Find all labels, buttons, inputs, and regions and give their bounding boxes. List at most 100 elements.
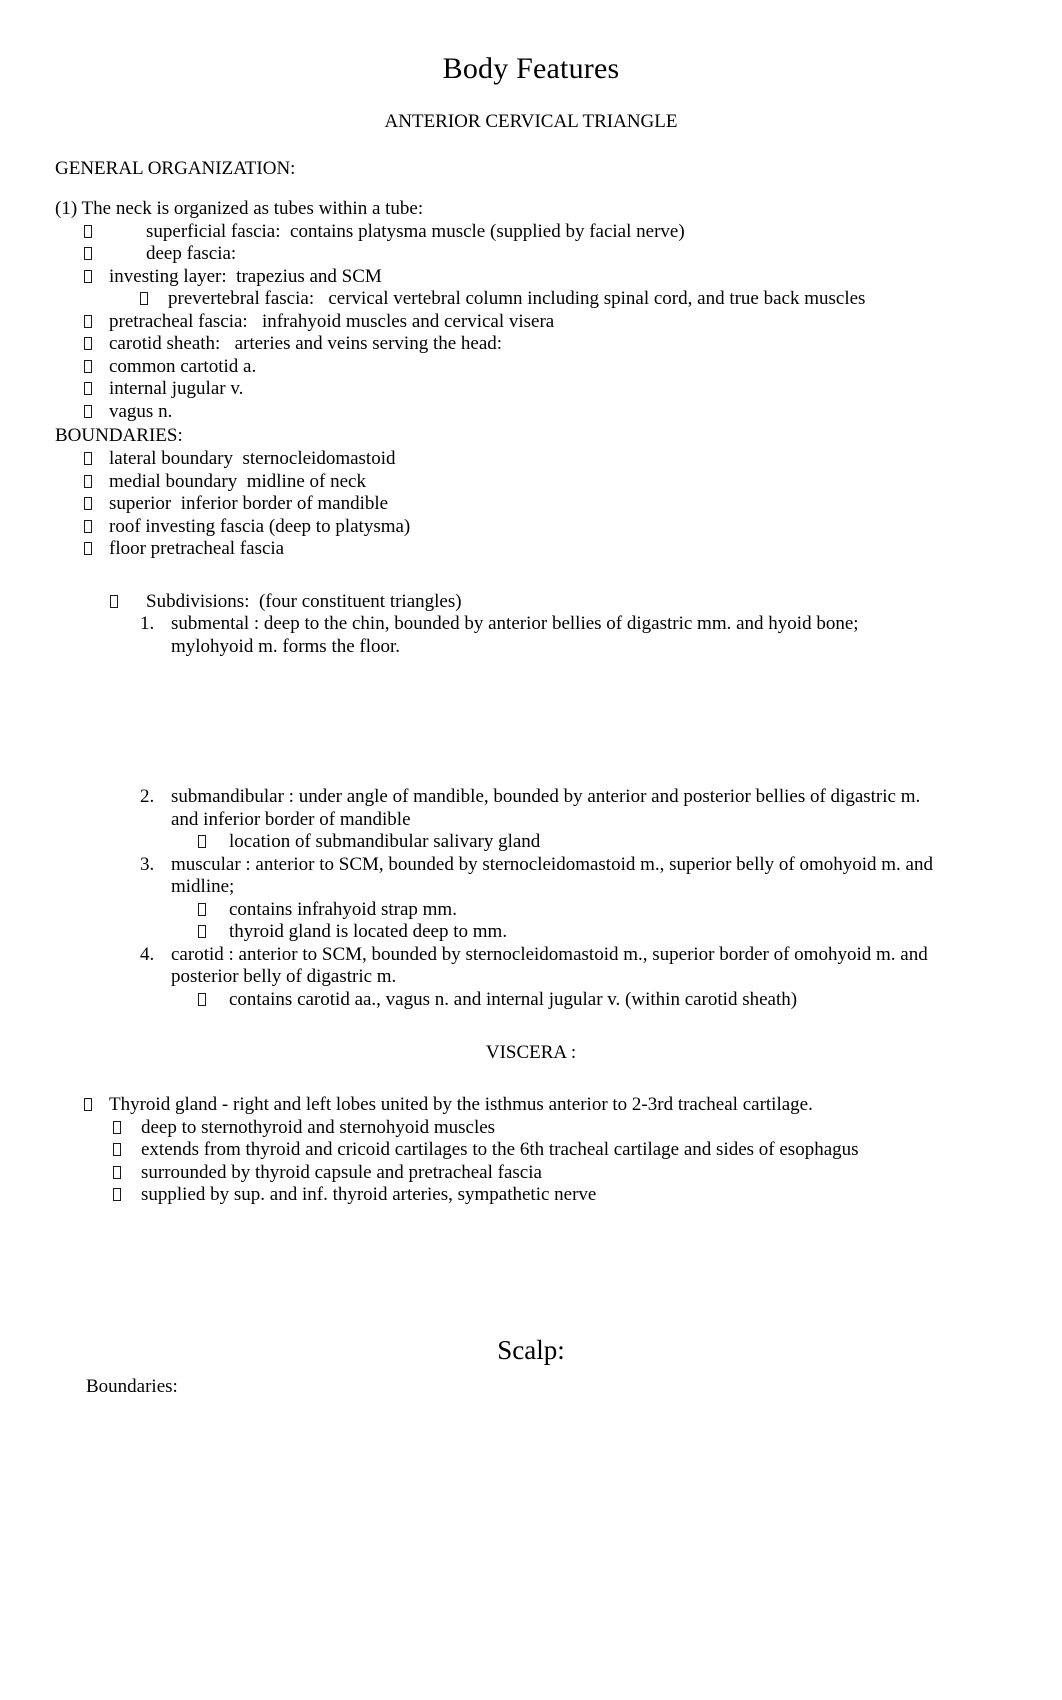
bullet-icon — [84, 378, 109, 401]
bullet-icon — [84, 516, 109, 539]
heading-general-organization: GENERAL ORGANIZATION: — [55, 158, 296, 179]
list-item: medial boundary midline of neck — [0, 471, 1062, 494]
sub-list-item: contains infrahyoid strap mm. — [0, 899, 1062, 922]
list-item-label: prevertebral fascia: cervical vertebral … — [168, 288, 866, 309]
bullet-icon — [198, 899, 229, 922]
bullet-icon — [84, 243, 146, 266]
list-number: 4. — [140, 943, 155, 965]
list-item: superior inferior border of mandible — [0, 493, 1062, 516]
document-page: Body Features ANTERIOR CERVICAL TRIANGLE… — [0, 0, 1062, 1700]
sub-list-item: location of submandibular salivary gland — [0, 831, 1062, 854]
bullet-icon — [84, 401, 109, 424]
numbered-list-item: 3. muscular : anterior to SCM, bounded b… — [0, 854, 1062, 899]
list-item: investing layer: trapezius and SCM — [0, 266, 1062, 289]
list-item-label: investing layer: trapezius and SCM — [109, 265, 382, 287]
numbered-item-label: muscular : anterior to SCM, bounded by s… — [171, 853, 933, 898]
list-item-label: Thyroid gland - right and left lobes uni… — [109, 1094, 813, 1115]
bullet-icon — [84, 333, 109, 356]
sub-list-item: thyroid gland is located deep to mm. — [0, 921, 1062, 944]
list-item-label: pretracheal fascia: infrahyoid muscles a… — [109, 310, 555, 332]
numbered-list-item: 2. submandibular : under angle of mandib… — [0, 786, 1062, 831]
bullet-icon — [84, 266, 109, 289]
list-item: prevertebral fascia: cervical vertebral … — [0, 288, 1062, 311]
bullet-icon — [84, 221, 146, 244]
list-item: internal jugular v. — [0, 378, 1062, 401]
list-item-label: lateral boundary sternocleidomastoid — [109, 448, 396, 469]
list-item: Thyroid gland - right and left lobes uni… — [0, 1094, 1062, 1117]
sub-list-item-label: contains infrahyoid strap mm. — [229, 898, 457, 920]
bullet-icon — [198, 989, 229, 1012]
heading-viscera: VISCERA : — [485, 1042, 577, 1063]
bullet-icon — [84, 448, 109, 471]
bullet-icon — [198, 831, 229, 854]
sub-list-item-label: supplied by sup. and inf. thyroid arteri… — [141, 1184, 597, 1205]
list-item-label: floor pretracheal fascia — [109, 538, 285, 559]
bullet-icon — [84, 493, 109, 516]
list-item-label: common cartotid a. — [109, 355, 257, 377]
numbered-list-item: 4. carotid : anterior to SCM, bounded by… — [0, 944, 1062, 989]
numbered-item-label: submandibular : under angle of mandible,… — [171, 786, 921, 830]
list-number: 2. — [140, 786, 155, 807]
bullet-icon — [84, 538, 109, 561]
list-item: deep fascia: — [0, 243, 1062, 266]
sub-list-item-label: extends from thyroid and cricoid cartila… — [141, 1139, 859, 1160]
bullet-icon — [84, 311, 109, 334]
list-item: lateral boundary sternocleidomastoid — [0, 448, 1062, 471]
list-item: floor pretracheal fascia — [0, 538, 1062, 561]
bullet-icon — [140, 288, 168, 311]
list-item-label: superior inferior border of mandible — [109, 493, 389, 514]
bullet-icon — [84, 356, 109, 379]
list-item: common cartotid a. — [0, 356, 1062, 379]
list-item: carotid sheath: arteries and veins servi… — [0, 333, 1062, 356]
bullet-icon — [113, 1162, 141, 1185]
list-item: superficial fascia: contains platysma mu… — [0, 221, 1062, 244]
sub-list-item: contains carotid aa., vagus n. and inter… — [0, 989, 1062, 1012]
page-title: Body Features — [442, 52, 620, 85]
sub-list-item: supplied by sup. and inf. thyroid arteri… — [0, 1184, 1062, 1207]
sub-list-item: extends from thyroid and cricoid cartila… — [0, 1139, 1062, 1162]
page-subtitle: ANTERIOR CERVICAL TRIANGLE — [384, 111, 678, 132]
list-item-label: superficial fascia: contains platysma mu… — [146, 220, 685, 242]
bullet-icon — [198, 921, 229, 944]
sub-list-item-label: surrounded by thyroid capsule and pretra… — [141, 1161, 542, 1183]
numbered-item-label: carotid : anterior to SCM, bounded by st… — [171, 943, 928, 988]
list-item-label: vagus n. — [109, 400, 173, 422]
sub-list-item: surrounded by thyroid capsule and pretra… — [0, 1162, 1062, 1185]
sub-list-item-label: location of submandibular salivary gland — [229, 831, 541, 852]
list-number: 1. — [140, 613, 155, 634]
sub-list-item: deep to sternothyroid and sternohyoid mu… — [0, 1117, 1062, 1140]
list-item: pretracheal fascia: infrahyoid muscles a… — [0, 311, 1062, 334]
list-item-label: internal jugular v. — [109, 378, 244, 399]
list-item-label: deep fascia: — [146, 243, 237, 264]
list-item-label: carotid sheath: arteries and veins servi… — [109, 333, 503, 354]
sub-list-item-label: contains carotid aa., vagus n. and inter… — [229, 988, 798, 1010]
bullet-icon — [84, 1094, 109, 1117]
heading-scalp: Scalp: — [497, 1334, 565, 1365]
bullet-icon — [113, 1117, 141, 1140]
bullet-icon — [110, 591, 146, 614]
sub-list-item-label: deep to sternothyroid and sternohyoid mu… — [141, 1116, 496, 1138]
list-number: 3. — [140, 853, 155, 875]
subdivisions-label: Subdivisions: (four constituent triangle… — [146, 590, 462, 612]
heading-boundaries: BOUNDARIES: — [55, 425, 183, 446]
scalp-boundaries-label: Boundaries: — [86, 1375, 178, 1397]
list-item-label: roof investing fascia (deep to platysma) — [109, 515, 411, 537]
list-item: roof investing fascia (deep to platysma) — [0, 516, 1062, 539]
list-item-label: medial boundary midline of neck — [109, 470, 366, 492]
bullet-icon — [84, 471, 109, 494]
list-item: vagus n. — [0, 401, 1062, 424]
heading-subdivisions: Subdivisions: (four constituent triangle… — [0, 591, 1062, 614]
bullet-icon — [113, 1184, 141, 1207]
sub-list-item-label: thyroid gland is located deep to mm. — [229, 921, 508, 942]
intro-paragraph: (1) The neck is organized as tubes withi… — [55, 198, 424, 219]
bullet-icon — [113, 1139, 141, 1162]
numbered-item-label: submental : deep to the chin, bounded by… — [171, 613, 859, 657]
numbered-list-item: 1. submental : deep to the chin, bounded… — [0, 613, 1062, 658]
